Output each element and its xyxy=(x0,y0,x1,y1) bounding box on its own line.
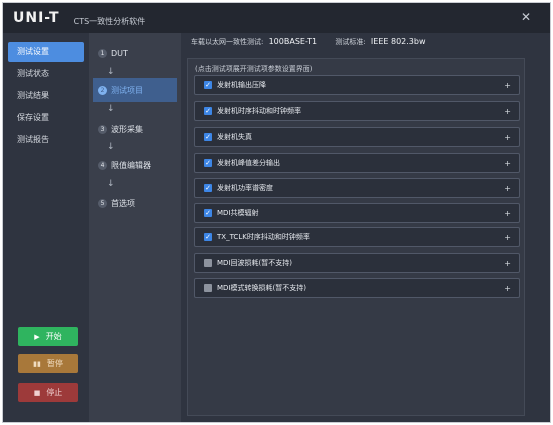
step-number: 4 xyxy=(98,160,107,170)
test-item-label: TX_TCLK时序抖动和时钟频率 xyxy=(217,233,310,241)
pause-button-label: 暂停 xyxy=(46,359,63,368)
expand-plus-icon[interactable]: + xyxy=(504,284,511,293)
expand-plus-icon[interactable]: + xyxy=(504,81,511,90)
stop-button[interactable]: ■ 停止 xyxy=(18,383,78,402)
expand-plus-icon[interactable]: + xyxy=(504,107,511,116)
step-label: DUT xyxy=(111,48,128,58)
step-number: 2 xyxy=(98,85,107,95)
step-panel: 1 DUT ↓ 2 测试项目 ↓ 3 波形采集 ↓ 4 限值编辑器 ↓ 5 首选… xyxy=(89,33,181,422)
stop-icon: ■ xyxy=(33,388,41,397)
test-item-label: 发射机功率谱密度 xyxy=(217,184,273,192)
test-item-tx-output-droop[interactable]: ✓ 发射机输出压降 + xyxy=(194,75,520,95)
step-preferences[interactable]: 5 首选项 xyxy=(93,191,177,215)
left-nav: 测试设置 测试状态 测试结果 保存设置 测试报告 ▶ 开始 ▮▮ 暂停 ■ 停止 xyxy=(3,33,89,422)
main-area: 车载以太网一致性测试: 100BASE-T1 测试标准: IEEE 802.3b… xyxy=(181,33,550,422)
close-icon[interactable]: ✕ xyxy=(518,9,534,25)
expand-plus-icon[interactable]: + xyxy=(504,159,511,168)
app-title: CTS一致性分析软件 xyxy=(73,16,146,26)
test-type-value: 100BASE-T1 xyxy=(268,37,318,46)
test-item-mdi-common-mode[interactable]: ✓ MDI共模辐射 + xyxy=(194,203,520,223)
test-item-tx-distortion[interactable]: ✓ 发射机失真 + xyxy=(194,127,520,147)
expand-plus-icon[interactable]: + xyxy=(504,209,511,218)
step-label: 限值编辑器 xyxy=(111,160,151,170)
checkbox-checked-icon[interactable]: ✓ xyxy=(204,159,212,167)
checkbox-unchecked-icon[interactable] xyxy=(204,284,212,292)
test-item-tx-timing-jitter[interactable]: ✓ 发射机时序抖动和时钟频率 + xyxy=(194,101,520,121)
test-item-label: MDI共模辐射 xyxy=(217,209,259,217)
test-items-panel: (点击测试项展开测试项参数设置界面) ✓ 发射机输出压降 + ✓ 发射机时序抖动… xyxy=(187,58,525,416)
step-dut[interactable]: 1 DUT xyxy=(93,41,177,65)
test-item-label: MDI回波损耗(暂不支持) xyxy=(217,259,292,267)
test-item-tx-tclk-jitter[interactable]: ✓ TX_TCLK时序抖动和时钟频率 + xyxy=(194,227,520,247)
nav-item-test-status[interactable]: 测试状态 xyxy=(8,64,84,84)
app-window: UNI-T CTS一致性分析软件 ✕ 测试设置 测试状态 测试结果 保存设置 测… xyxy=(2,2,551,423)
step-number: 5 xyxy=(98,198,107,208)
play-icon: ▶ xyxy=(34,332,40,341)
test-item-label: 发射机输出压降 xyxy=(217,81,266,89)
arrow-down-icon: ↓ xyxy=(107,104,115,114)
standard-label: 测试标准: xyxy=(335,38,366,46)
pause-button[interactable]: ▮▮ 暂停 xyxy=(18,354,78,373)
checkbox-checked-icon[interactable]: ✓ xyxy=(204,133,212,141)
standard-value: IEEE 802.3bw xyxy=(370,37,426,46)
step-number: 1 xyxy=(98,48,107,58)
arrow-down-icon: ↓ xyxy=(107,67,115,77)
step-test-items[interactable]: 2 测试项目 xyxy=(93,78,177,102)
nav-item-test-report[interactable]: 测试报告 xyxy=(8,130,84,150)
checkbox-checked-icon[interactable]: ✓ xyxy=(204,184,212,192)
nav-item-save-settings[interactable]: 保存设置 xyxy=(8,108,84,128)
pause-icon: ▮▮ xyxy=(33,359,41,368)
checkbox-checked-icon[interactable]: ✓ xyxy=(204,81,212,89)
stop-button-label: 停止 xyxy=(46,388,63,397)
checkbox-checked-icon[interactable]: ✓ xyxy=(204,233,212,241)
test-item-label: 发射机失真 xyxy=(217,133,252,141)
test-type-label: 车载以太网一致性测试: xyxy=(191,38,264,46)
test-item-label: 发射机时序抖动和时钟频率 xyxy=(217,107,301,115)
test-item-tx-psd[interactable]: ✓ 发射机功率谱密度 + xyxy=(194,178,520,198)
step-waveform-capture[interactable]: 3 波形采集 xyxy=(93,117,177,141)
expand-plus-icon[interactable]: + xyxy=(504,259,511,268)
step-label: 首选项 xyxy=(111,198,135,208)
test-item-mdi-return-loss[interactable]: MDI回波损耗(暂不支持) + xyxy=(194,253,520,273)
start-button-label: 开始 xyxy=(45,332,62,341)
arrow-down-icon: ↓ xyxy=(107,179,115,189)
start-button[interactable]: ▶ 开始 xyxy=(18,327,78,346)
expand-plus-icon[interactable]: + xyxy=(504,133,511,142)
test-item-label: MDI模式转换损耗(暂不支持) xyxy=(217,284,306,292)
arrow-down-icon: ↓ xyxy=(107,142,115,152)
checkbox-checked-icon[interactable]: ✓ xyxy=(204,107,212,115)
checkbox-checked-icon[interactable]: ✓ xyxy=(204,209,212,217)
step-limit-editor[interactable]: 4 限值编辑器 xyxy=(93,153,177,177)
brand-logo: UNI-T xyxy=(13,10,60,26)
test-item-label: 发射机峰值差分输出 xyxy=(217,159,280,167)
test-item-mdi-mode-conversion[interactable]: MDI模式转换损耗(暂不支持) + xyxy=(194,278,520,298)
panel-hint: (点击测试项展开测试项参数设置界面) xyxy=(195,65,313,73)
expand-plus-icon[interactable]: + xyxy=(504,184,511,193)
nav-item-test-setup[interactable]: 测试设置 xyxy=(8,42,84,62)
step-number: 3 xyxy=(98,124,107,134)
expand-plus-icon[interactable]: + xyxy=(504,233,511,242)
step-label: 波形采集 xyxy=(111,124,143,134)
checkbox-unchecked-icon[interactable] xyxy=(204,259,212,267)
test-info-line: 车载以太网一致性测试: 100BASE-T1 测试标准: IEEE 802.3b… xyxy=(191,37,442,47)
title-bar: UNI-T CTS一致性分析软件 ✕ xyxy=(3,3,550,33)
step-label: 测试项目 xyxy=(111,85,143,95)
test-item-tx-peak-differential[interactable]: ✓ 发射机峰值差分输出 + xyxy=(194,153,520,173)
nav-item-test-results[interactable]: 测试结果 xyxy=(8,86,84,106)
